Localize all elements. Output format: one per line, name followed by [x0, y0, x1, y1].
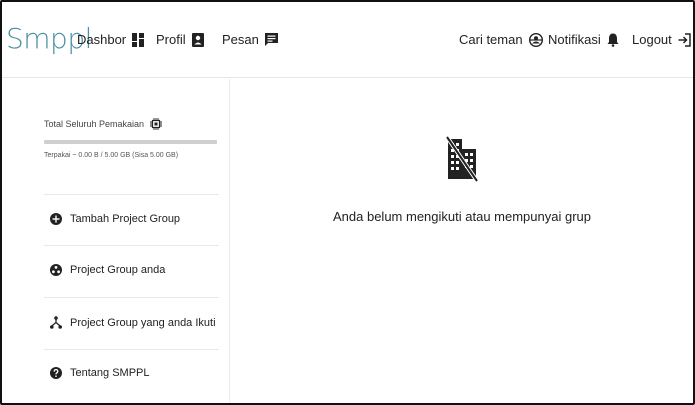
- sidebar-item-label: Project Group anda: [70, 264, 166, 276]
- storage-usage-text: Terpakai ~ 0.00 B / 5.00 GB (Sisa 5.00 G…: [44, 152, 179, 159]
- domain-disabled-icon: [446, 135, 478, 183]
- nav-logout-label: Logout: [632, 32, 672, 47]
- sidebar-item-add-project-group[interactable]: Tambah Project Group: [50, 213, 180, 225]
- nav-notifications[interactable]: Notifikasi: [548, 32, 619, 48]
- find-friends-icon: [528, 33, 543, 47]
- nav-messages[interactable]: Pesan: [222, 32, 278, 48]
- profile-icon: [191, 33, 204, 47]
- dashboard-icon: [132, 33, 145, 47]
- sidebar-item-my-project-groups[interactable]: Project Group anda: [50, 264, 165, 276]
- sidebar-divider: [44, 245, 219, 246]
- message-icon: [264, 33, 278, 47]
- sidebar-item-joined-project-groups[interactable]: Project Group yang anda Ikuti: [50, 316, 216, 329]
- sidebar-divider: [44, 194, 219, 195]
- storage-usage: Total Seluruh Pemakaian Terpakai ~ 0.00 …: [44, 118, 219, 159]
- sidebar-item-label: Tambah Project Group: [70, 213, 181, 225]
- nav-find-friends[interactable]: Cari teman: [459, 32, 543, 48]
- group-icon: [50, 264, 62, 276]
- network-icon: [50, 316, 62, 329]
- chip-icon: [150, 118, 163, 130]
- nav-find-friends-label: Cari teman: [459, 32, 523, 47]
- storage-usage-title: Total Seluruh Pemakaian: [44, 119, 145, 129]
- top-navbar: Smppl Dashbor Profil Pesan Cari teman No…: [2, 2, 693, 78]
- storage-usage-header: Total Seluruh Pemakaian: [44, 118, 219, 130]
- bell-icon: [607, 33, 619, 47]
- empty-state-message: Anda belum mengikuti atau mempunyai grup: [333, 209, 591, 224]
- app-window: Smppl Dashbor Profil Pesan Cari teman No…: [0, 0, 695, 405]
- add-circle-icon: [50, 213, 62, 225]
- storage-progress-bar: [44, 140, 217, 144]
- nav-profile[interactable]: Profil: [156, 32, 204, 48]
- sidebar-item-label: Tentang SMPPL: [70, 367, 150, 379]
- main-content: Anda belum mengikuti atau mempunyai grup: [231, 79, 693, 403]
- logout-icon: [678, 33, 691, 47]
- nav-dashboard-label: Dashbor: [77, 32, 127, 47]
- nav-notifications-label: Notifikasi: [548, 32, 601, 47]
- help-icon: [50, 367, 62, 379]
- sidebar: Total Seluruh Pemakaian Terpakai ~ 0.00 …: [2, 79, 230, 403]
- sidebar-divider: [44, 297, 219, 298]
- sidebar-item-label: Project Group yang anda Ikuti: [70, 316, 216, 329]
- nav-profile-label: Profil: [156, 32, 186, 47]
- nav-logout[interactable]: Logout: [632, 32, 691, 48]
- nav-dashboard[interactable]: Dashbor: [77, 32, 145, 48]
- sidebar-item-about[interactable]: Tentang SMPPL: [50, 367, 150, 379]
- nav-messages-label: Pesan: [222, 32, 259, 47]
- sidebar-divider: [44, 349, 219, 350]
